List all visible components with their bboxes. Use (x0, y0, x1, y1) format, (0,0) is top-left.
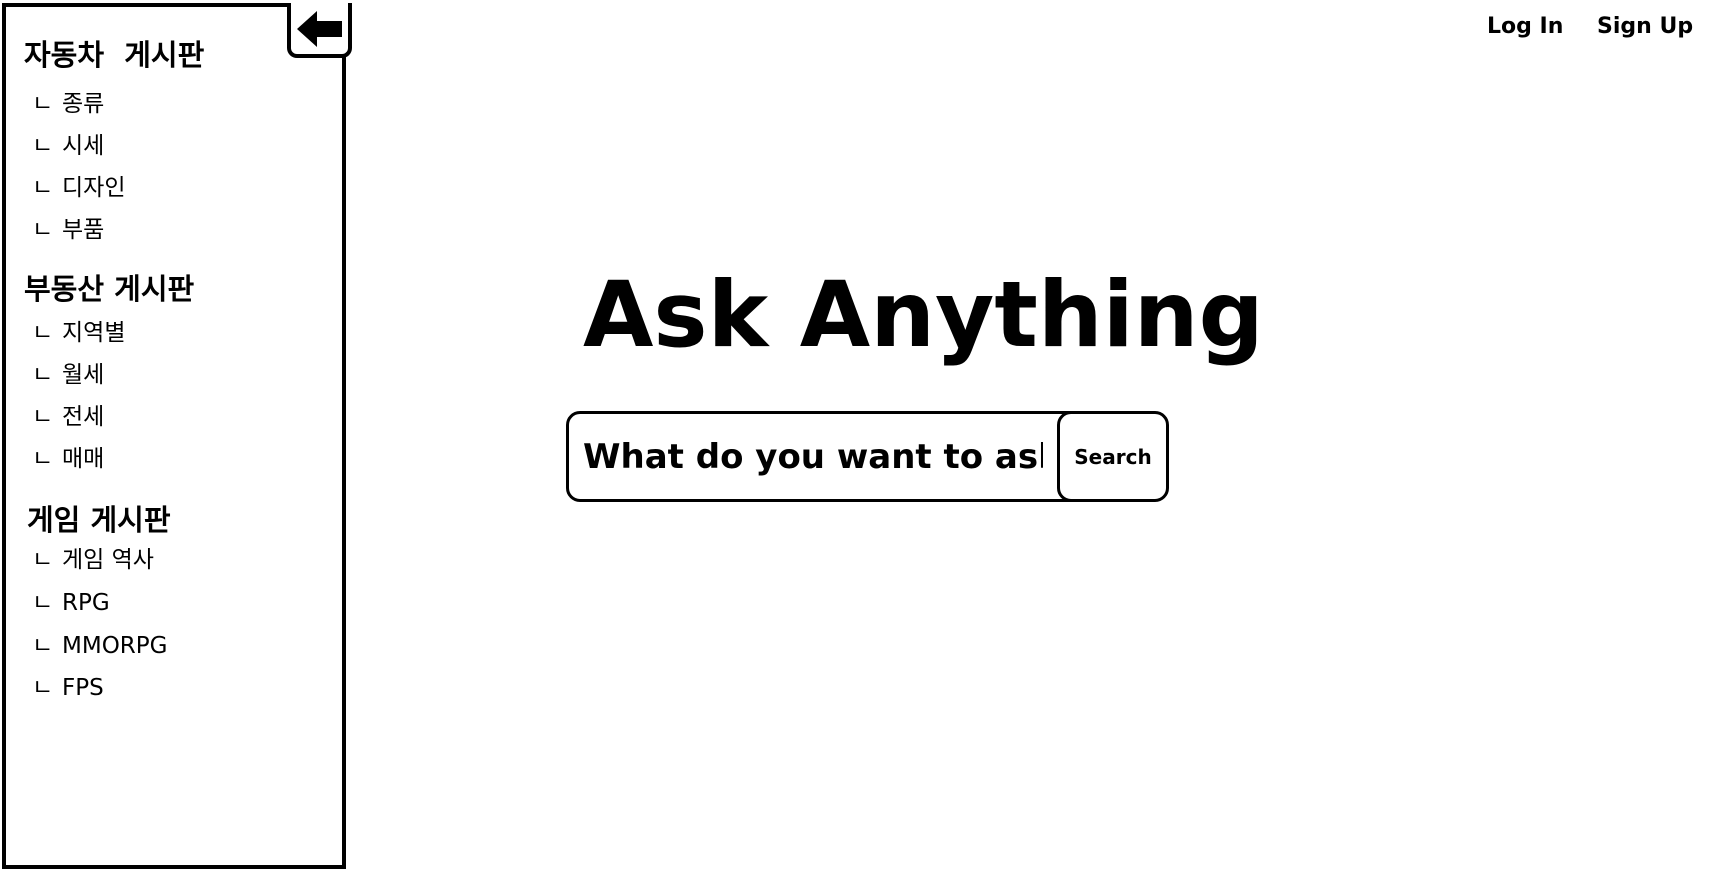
branch-icon: ㄴ (32, 133, 54, 159)
sidebar-item-car-types[interactable]: ㄴ 종류 (32, 93, 104, 116)
sidebar-item-label: 전세 (62, 404, 105, 430)
branch-icon: ㄴ (32, 547, 54, 573)
search-bar: Search (566, 411, 1169, 502)
sidebar-item-label: 매매 (62, 446, 105, 472)
sidebar-item-monthly-rent[interactable]: ㄴ 월세 (32, 364, 104, 387)
sidebar-item-label: 디자인 (62, 175, 126, 201)
sidebar-item-rpg[interactable]: ㄴ RPG (32, 592, 110, 615)
branch-icon: ㄴ (32, 91, 54, 117)
signup-link[interactable]: Sign Up (1597, 16, 1693, 38)
sidebar-item-car-parts[interactable]: ㄴ 부품 (32, 219, 104, 242)
sidebar-item-car-design[interactable]: ㄴ 디자인 (32, 177, 125, 200)
arrow-left-icon (296, 10, 342, 47)
sidebar-item-car-prices[interactable]: ㄴ 시세 (32, 135, 104, 158)
sidebar-item-label: 종류 (62, 91, 105, 117)
sidebar-item-jeonse[interactable]: ㄴ 전세 (32, 406, 104, 429)
sidebar-item-label: 시세 (62, 133, 105, 159)
branch-icon: ㄴ (32, 217, 54, 243)
branch-icon: ㄴ (32, 404, 54, 430)
sidebar-item-label: 월세 (62, 362, 105, 388)
category-title-games[interactable]: 게임 게시판 (27, 506, 171, 535)
sidebar-item-label: MMORPG (62, 633, 168, 659)
page-title: Ask Anything (583, 263, 1264, 368)
branch-icon: ㄴ (32, 633, 54, 659)
sidebar-item-by-region[interactable]: ㄴ 지역별 (32, 322, 125, 345)
branch-icon: ㄴ (32, 590, 54, 616)
category-title-cars[interactable]: 자동차 게시판 (24, 41, 204, 70)
collapse-sidebar-button[interactable] (287, 3, 352, 58)
branch-icon: ㄴ (32, 320, 54, 346)
search-button[interactable]: Search (1057, 411, 1169, 502)
sidebar-item-fps[interactable]: ㄴ FPS (32, 677, 104, 700)
sidebar-item-game-history[interactable]: ㄴ 게임 역사 (32, 549, 154, 572)
login-link[interactable]: Log In (1487, 16, 1563, 38)
category-title-real-estate[interactable]: 부동산 게시판 (24, 275, 194, 304)
sidebar-item-label: 지역별 (62, 320, 126, 346)
branch-icon: ㄴ (32, 175, 54, 201)
sidebar-item-label: 부품 (62, 217, 105, 243)
sidebar-item-label: FPS (62, 675, 104, 701)
branch-icon: ㄴ (32, 362, 54, 388)
branch-icon: ㄴ (32, 675, 54, 701)
sidebar: 자동차 게시판 ㄴ 종류 ㄴ 시세 ㄴ 디자인 ㄴ 부품 부동산 게시판 ㄴ 지역별 ㄴ월… (2, 3, 352, 869)
sidebar-item-mmorpg[interactable]: ㄴ MMORPG (32, 635, 167, 658)
branch-icon: ㄴ (32, 446, 54, 472)
search-input[interactable] (583, 432, 1043, 482)
sidebar-item-label: RPG (62, 590, 110, 616)
sidebar-item-sale[interactable]: ㄴ 매매 (32, 448, 104, 471)
sidebar-item-label: 게임 역사 (62, 547, 154, 573)
